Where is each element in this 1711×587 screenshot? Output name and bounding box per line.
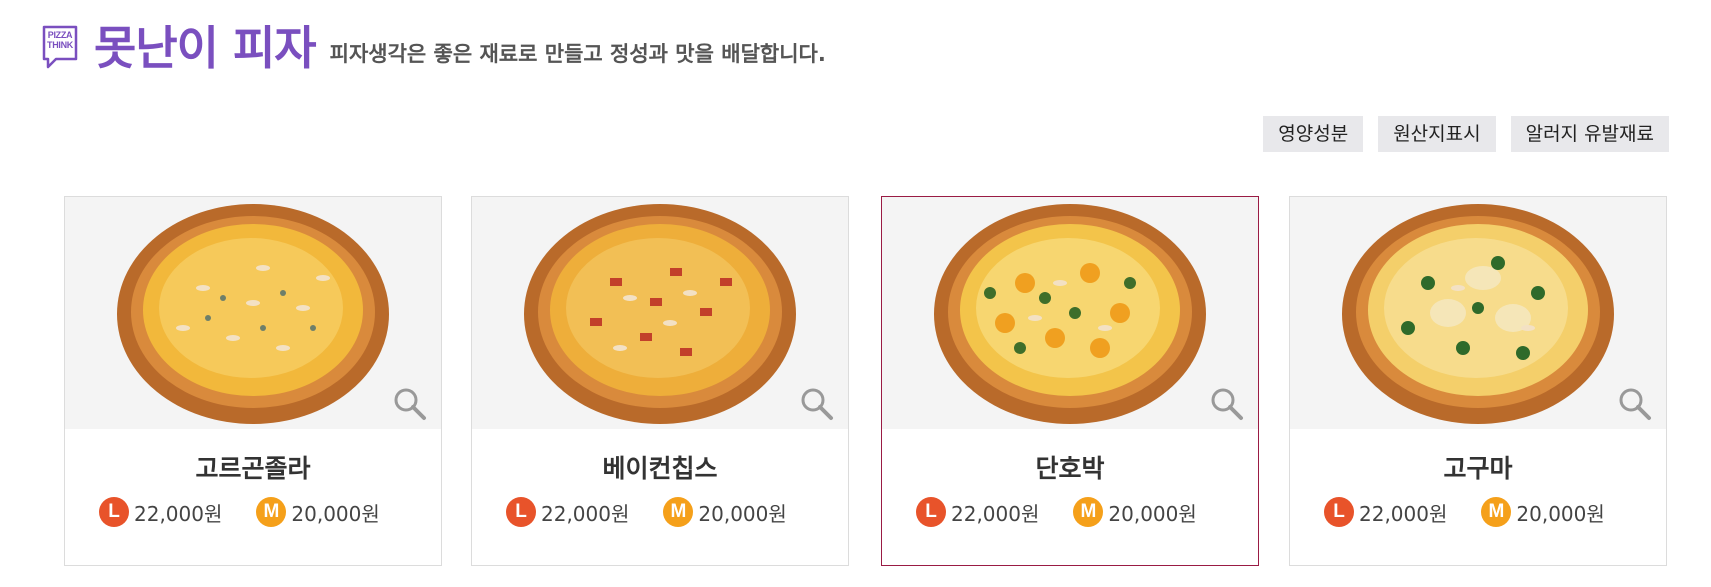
- price-value: 22,000원: [1359, 501, 1448, 526]
- brand-title: 못난이 피자: [94, 21, 317, 75]
- product-name: 고구마: [1443, 454, 1513, 483]
- size-m-badge: M: [256, 497, 287, 527]
- price-row: L 22,000원 M 20,000원: [99, 497, 414, 527]
- product-name: 단호박: [1035, 454, 1105, 483]
- size-m-badge: M: [663, 497, 694, 527]
- price-value: 22,000원: [134, 501, 223, 526]
- price-row: L 22,000원 M 20,000원: [506, 497, 821, 527]
- allergy-info-button[interactable]: 알러지 유발재료: [1510, 116, 1669, 152]
- product-name: 베이컨칩스: [602, 454, 718, 483]
- size-l-badge: L: [99, 497, 129, 527]
- product-image[interactable]: [882, 197, 1258, 429]
- pizza-think-logo[interactable]: PIZZA THINK: [40, 25, 80, 71]
- price-medium: M 20,000원: [663, 497, 787, 527]
- price-value: 22,000원: [541, 501, 630, 526]
- product-card-selected[interactable]: 단호박 L 22,000원 M 20,000원: [881, 196, 1259, 566]
- size-m-badge: M: [1481, 497, 1512, 527]
- price-value: 20,000원: [698, 501, 787, 526]
- zoom-icon[interactable]: [1210, 387, 1244, 421]
- logo-text: PIZZA THINK: [47, 30, 73, 50]
- price-row: L 22,000원 M 20,000원: [916, 497, 1231, 527]
- zoom-icon[interactable]: [800, 387, 834, 421]
- product-image[interactable]: [472, 197, 848, 429]
- price-medium: M 20,000원: [1073, 497, 1197, 527]
- price-large: L 22,000원: [916, 497, 1039, 527]
- price-value: 20,000원: [1108, 501, 1197, 526]
- product-card[interactable]: 고구마 L 22,000원 M 20,000원: [1289, 196, 1667, 566]
- product-image[interactable]: [1290, 197, 1666, 429]
- price-value: 22,000원: [951, 501, 1040, 526]
- nutrition-info-button[interactable]: 영양성분: [1263, 116, 1364, 152]
- product-card[interactable]: 베이컨칩스 L 22,000원 M 20,000원: [471, 196, 849, 566]
- pizza-image: [934, 204, 1206, 424]
- zoom-icon[interactable]: [1618, 387, 1652, 421]
- price-medium: M 20,000원: [256, 497, 380, 527]
- price-large: L 22,000원: [1324, 497, 1447, 527]
- price-value: 20,000원: [291, 501, 380, 526]
- size-l-badge: L: [506, 497, 536, 527]
- price-large: L 22,000원: [506, 497, 629, 527]
- tagline: 피자생각은 좋은 재료로 만들고 정성과 맛을 배달합니다.: [329, 42, 826, 66]
- price-value: 20,000원: [1516, 501, 1605, 526]
- price-large: L 22,000원: [99, 497, 222, 527]
- origin-info-button[interactable]: 원산지표시: [1378, 116, 1496, 152]
- zoom-icon[interactable]: [393, 387, 427, 421]
- price-medium: M 20,000원: [1481, 497, 1605, 527]
- size-m-badge: M: [1073, 497, 1104, 527]
- pizza-image: [524, 204, 796, 424]
- page-header: PIZZA THINK 못난이 피자 피자생각은 좋은 재료로 만들고 정성과 …: [40, 18, 826, 78]
- pizza-image: [1342, 204, 1614, 424]
- info-button-group: 영양성분 원산지표시 알러지 유발재료: [1248, 116, 1669, 152]
- pizza-image: [117, 204, 389, 424]
- size-l-badge: L: [916, 497, 946, 527]
- product-image[interactable]: [65, 197, 441, 429]
- product-name: 고르곤졸라: [195, 454, 311, 483]
- product-card[interactable]: 고르곤졸라 L 22,000원 M 20,000원: [64, 196, 442, 566]
- price-row: L 22,000원 M 20,000원: [1324, 497, 1639, 527]
- size-l-badge: L: [1324, 497, 1354, 527]
